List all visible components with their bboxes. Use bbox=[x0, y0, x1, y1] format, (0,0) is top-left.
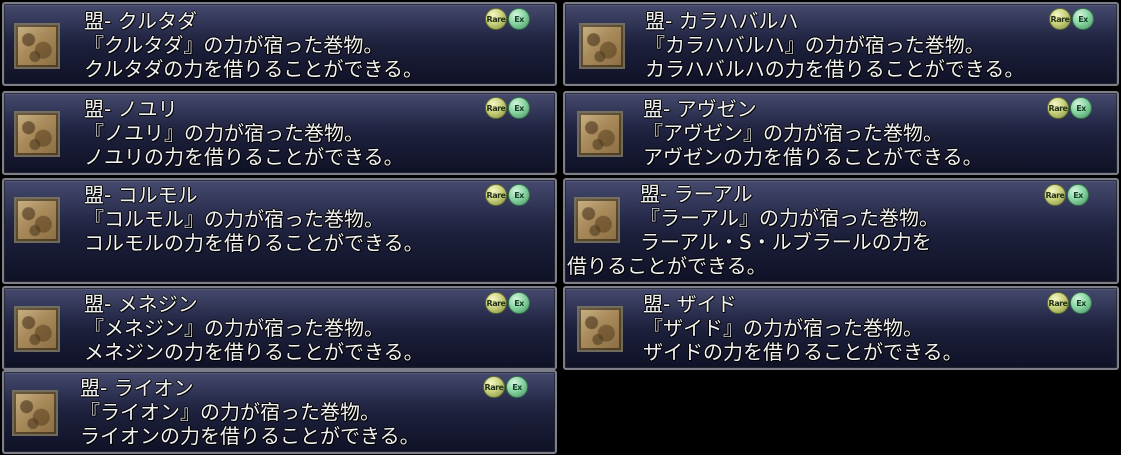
ex-badge-icon: Ex bbox=[1067, 184, 1089, 206]
item-description-line: カラハバルハの力を借りることができる。 bbox=[645, 57, 1025, 81]
rare-badge-icon: Rare bbox=[1047, 97, 1069, 119]
scroll-item-icon bbox=[12, 390, 58, 436]
item-description-line: クルタダの力を借りることができる。 bbox=[84, 57, 423, 81]
scroll-item-icon bbox=[14, 197, 60, 243]
item-name: 盟- ザイド bbox=[643, 292, 737, 316]
item-name: 盟- ラーアル bbox=[640, 182, 753, 206]
item-flags: Rare Ex bbox=[1047, 292, 1092, 314]
scroll-item-icon bbox=[579, 23, 625, 69]
scroll-item-icon bbox=[574, 197, 620, 243]
rare-badge-icon: Rare bbox=[483, 376, 505, 398]
item-description-line: アヴゼンの力を借りることができる。 bbox=[643, 145, 983, 169]
rare-badge-icon: Rare bbox=[485, 97, 507, 119]
item-description-line: ノユリの力を借りることができる。 bbox=[84, 145, 404, 169]
rare-badge-icon: Rare bbox=[1049, 8, 1071, 30]
item-tooltip-korumoru: Rare Ex 盟- コルモル 『コルモル』の力が宿った巻物。 コルモルの力を借… bbox=[2, 178, 557, 284]
rare-badge-icon: Rare bbox=[485, 8, 507, 30]
ex-badge-icon: Ex bbox=[506, 376, 528, 398]
item-flags: Rare Ex bbox=[1044, 184, 1089, 206]
item-description-line: 『カラハバルハ』の力が宿った巻物。 bbox=[645, 33, 985, 57]
item-name: 盟- コルモル bbox=[84, 183, 198, 207]
item-tooltip-raaaru: Rare Ex 盟- ラーアル 『ラーアル』の力が宿った巻物。 ラーアル・S・ル… bbox=[563, 178, 1119, 284]
scroll-item-icon bbox=[577, 306, 623, 352]
item-description-line: コルモルの力を借りることができる。 bbox=[84, 231, 424, 255]
item-description-line: 『コルモル』の力が宿った巻物。 bbox=[84, 207, 384, 231]
item-description-line: 『ライオン』の力が宿った巻物。 bbox=[80, 400, 380, 424]
ex-badge-icon: Ex bbox=[1070, 292, 1092, 314]
item-description-line: 『ラーアル』の力が宿った巻物。 bbox=[640, 206, 939, 230]
ex-badge-icon: Ex bbox=[1070, 97, 1092, 119]
item-flags: Rare Ex bbox=[485, 184, 530, 206]
item-flags: Rare Ex bbox=[485, 8, 530, 30]
ex-badge-icon: Ex bbox=[508, 292, 530, 314]
item-tooltip-menejin: Rare Ex 盟- メネジン 『メネジン』の力が宿った巻物。 メネジンの力を借… bbox=[2, 286, 557, 370]
item-description-line: 『クルタダ』の力が宿った巻物。 bbox=[84, 33, 384, 57]
item-description-line: 『メネジン』の力が宿った巻物。 bbox=[84, 316, 384, 340]
item-description-line: 借りることができる。 bbox=[567, 254, 767, 278]
item-flags: Rare Ex bbox=[1049, 8, 1094, 30]
item-tooltip-noyuri: Rare Ex 盟- ノユリ 『ノユリ』の力が宿った巻物。 ノユリの力を借りるこ… bbox=[2, 91, 557, 175]
item-name: 盟- アヴゼン bbox=[643, 97, 757, 121]
item-description-line: メネジンの力を借りることができる。 bbox=[84, 340, 424, 364]
item-tooltip-raion: Rare Ex 盟- ライオン 『ライオン』の力が宿った巻物。 ライオンの力を借… bbox=[2, 370, 557, 454]
item-tooltip-karahabaruha: Rare Ex 盟- カラハバルハ 『カラハバルハ』の力が宿った巻物。 カラハバ… bbox=[563, 2, 1119, 86]
item-name: 盟- ノユリ bbox=[84, 97, 178, 121]
ex-badge-icon: Ex bbox=[1072, 8, 1094, 30]
item-name: 盟- クルタダ bbox=[84, 9, 197, 33]
item-flags: Rare Ex bbox=[1047, 97, 1092, 119]
ex-badge-icon: Ex bbox=[508, 8, 530, 30]
item-tooltip-auzen: Rare Ex 盟- アヴゼン 『アヴゼン』の力が宿った巻物。 アヴゼンの力を借… bbox=[563, 91, 1119, 175]
scroll-item-icon bbox=[14, 306, 60, 352]
item-name: 盟- カラハバルハ bbox=[645, 9, 799, 33]
item-description-line: 『ザイド』の力が宿った巻物。 bbox=[643, 316, 923, 340]
item-flags: Rare Ex bbox=[485, 97, 530, 119]
rare-badge-icon: Rare bbox=[1047, 292, 1069, 314]
item-tooltip-collage: Rare Ex 盟- クルタダ 『クルタダ』の力が宿った巻物。 クルタダの力を借… bbox=[0, 0, 1121, 455]
item-tooltip-zaido: Rare Ex 盟- ザイド 『ザイド』の力が宿った巻物。 ザイドの力を借りるこ… bbox=[563, 286, 1119, 370]
item-flags: Rare Ex bbox=[483, 376, 528, 398]
scroll-item-icon bbox=[14, 23, 60, 69]
item-description-line: ザイドの力を借りることができる。 bbox=[643, 340, 963, 364]
rare-badge-icon: Rare bbox=[1044, 184, 1066, 206]
item-name: 盟- メネジン bbox=[84, 292, 198, 316]
scroll-item-icon bbox=[577, 111, 623, 157]
item-description-line: 『アヴゼン』の力が宿った巻物。 bbox=[643, 121, 943, 145]
item-description-line: 『ノユリ』の力が宿った巻物。 bbox=[84, 121, 364, 145]
item-description-line: ライオンの力を借りることができる。 bbox=[80, 424, 420, 448]
item-tooltip-kurutada: Rare Ex 盟- クルタダ 『クルタダ』の力が宿った巻物。 クルタダの力を借… bbox=[2, 2, 557, 86]
item-description-line: ラーアル・S・ルブラールの力を bbox=[640, 230, 932, 254]
item-flags: Rare Ex bbox=[485, 292, 530, 314]
item-name: 盟- ライオン bbox=[80, 376, 194, 400]
ex-badge-icon: Ex bbox=[508, 184, 530, 206]
ex-badge-icon: Ex bbox=[508, 97, 530, 119]
rare-badge-icon: Rare bbox=[485, 184, 507, 206]
scroll-item-icon bbox=[14, 111, 60, 157]
rare-badge-icon: Rare bbox=[485, 292, 507, 314]
